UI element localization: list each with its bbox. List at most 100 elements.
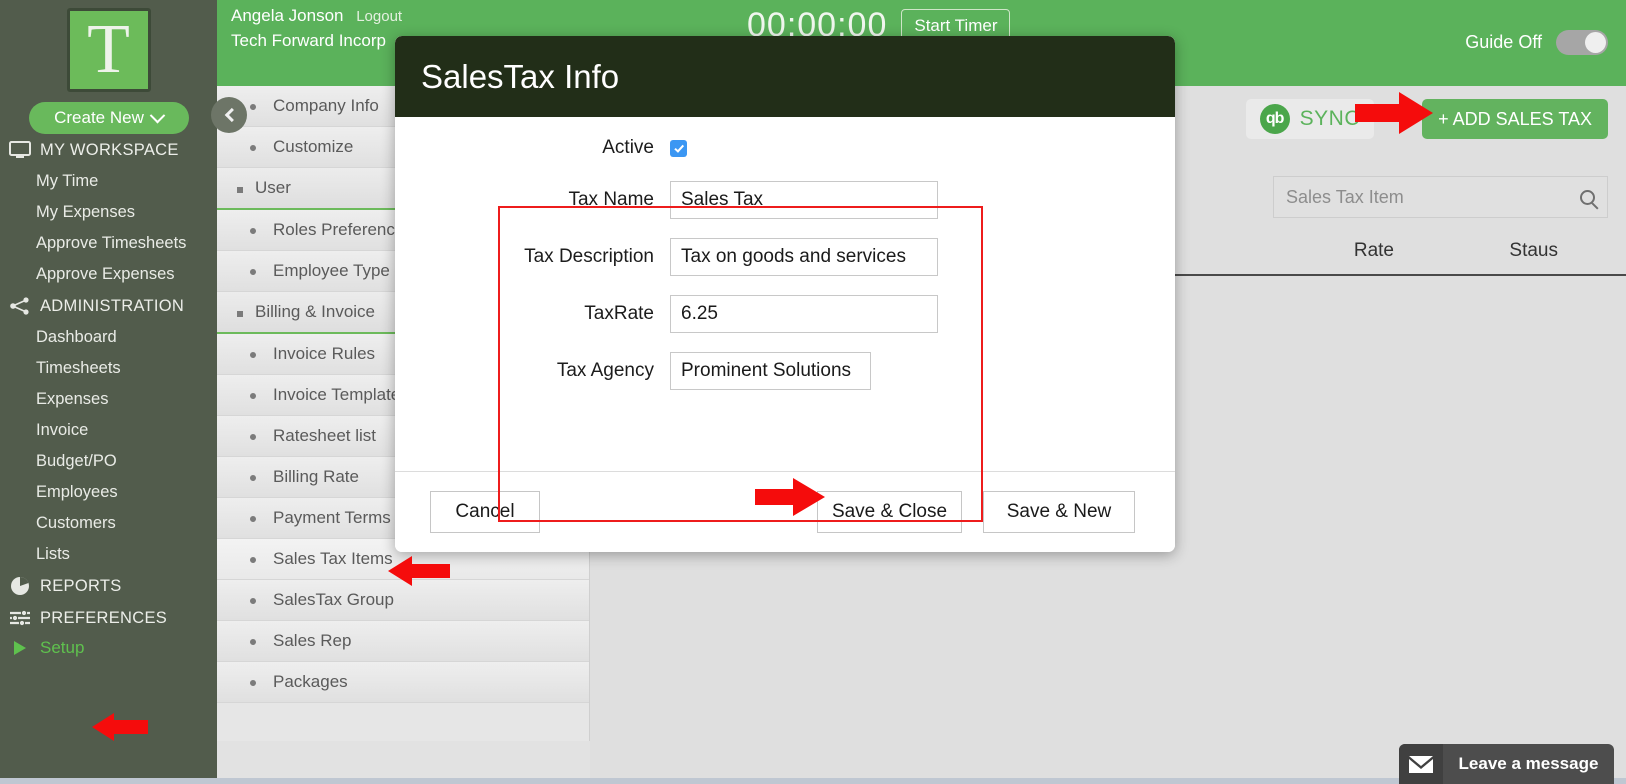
sidebar-section-preferences[interactable]: PREFERENCES: [0, 602, 217, 634]
subnav-item-label: Invoice Template: [273, 385, 400, 405]
bullet-icon: [250, 269, 256, 275]
triangle-right-icon: [8, 640, 32, 656]
subnav-item-label: Customize: [273, 137, 353, 157]
annotation-arrow-sales-tax-items: [388, 556, 450, 586]
subnav-section-label: Billing & Invoice: [255, 302, 375, 322]
sidebar-item-approve-expenses[interactable]: Approve Expenses: [0, 259, 217, 290]
square-bullet-icon: [237, 187, 243, 193]
sidebar-item-dashboard[interactable]: Dashboard: [0, 322, 217, 353]
square-bullet-icon: [237, 311, 243, 317]
sidebar-item-lists[interactable]: Lists: [0, 539, 217, 570]
subnav-item-salestax-group[interactable]: SalesTax Group: [217, 580, 589, 621]
subnav-item-label: Payment Terms: [273, 508, 391, 528]
add-sales-tax-button[interactable]: + ADD SALES TAX: [1422, 99, 1608, 139]
modal-title: SalesTax Info: [421, 58, 619, 96]
search-box: [1273, 176, 1608, 218]
bullet-icon: [250, 639, 256, 645]
guide-label: Guide Off: [1465, 32, 1542, 53]
share-nodes-icon: [8, 296, 32, 316]
cancel-button[interactable]: Cancel: [430, 491, 540, 533]
search-input[interactable]: [1286, 187, 1580, 208]
tax-name-input[interactable]: [670, 181, 938, 219]
subnav-item-label: Billing Rate: [273, 467, 359, 487]
subnav-item-label: Sales Tax Items: [273, 549, 393, 569]
sliders-icon: [8, 608, 32, 628]
logout-link[interactable]: Logout: [356, 8, 402, 25]
subnav-item-packages[interactable]: Packages: [217, 662, 589, 703]
check-icon: [674, 142, 684, 152]
sidebar-item-my-expenses[interactable]: My Expenses: [0, 197, 217, 228]
bullet-icon: [250, 557, 256, 563]
sidebar-section-label: REPORTS: [40, 577, 122, 596]
sidebar-item-setup[interactable]: Setup: [0, 634, 217, 662]
bullet-icon: [250, 680, 256, 686]
sidebar-section-reports[interactable]: REPORTS: [0, 570, 217, 602]
bullet-icon: [250, 393, 256, 399]
sidebar-item-employees[interactable]: Employees: [0, 477, 217, 508]
tax-description-input[interactable]: [670, 238, 938, 276]
label-tax-rate: TaxRate: [395, 303, 670, 325]
annotation-arrow-setup: [92, 713, 148, 741]
sidebar-item-customers[interactable]: Customers: [0, 508, 217, 539]
label-tax-description: Tax Description: [395, 246, 670, 268]
field-row-active: Active: [395, 137, 1175, 159]
sidebar-item-timesheets[interactable]: Timesheets: [0, 353, 217, 384]
sidebar-section-my-workspace[interactable]: MY WORKSPACE: [0, 134, 217, 166]
bullet-icon: [250, 352, 256, 358]
company-name: Tech Forward Incorp: [231, 31, 402, 51]
tax-rate-input[interactable]: [670, 295, 938, 333]
sidebar-item-invoice[interactable]: Invoice: [0, 415, 217, 446]
sidebar-section-label: PREFERENCES: [40, 609, 167, 628]
bullet-icon: [250, 104, 256, 110]
modal-body: Active Tax Name Tax Description TaxRate …: [395, 117, 1175, 471]
sidebar-item-expenses[interactable]: Expenses: [0, 384, 217, 415]
subnav-item-label: Sales Rep: [273, 631, 351, 651]
bottom-strip: [0, 778, 1626, 784]
subnav-section-label: User: [255, 178, 291, 198]
subnav-item-label: Packages: [273, 672, 348, 692]
search-icon[interactable]: [1580, 190, 1595, 205]
subnav-item-sales-rep[interactable]: Sales Rep: [217, 621, 589, 662]
sidebar-section-label: ADMINISTRATION: [40, 297, 184, 316]
bullet-icon: [250, 516, 256, 522]
bullet-icon: [250, 145, 256, 151]
field-row-tax-rate: TaxRate: [395, 295, 1175, 333]
collapse-subnav-button[interactable]: [211, 97, 247, 133]
chat-label: Leave a message: [1443, 754, 1614, 774]
bullet-icon: [250, 434, 256, 440]
monitor-icon: [8, 140, 32, 160]
envelope-icon: [1399, 744, 1443, 784]
logo-letter: T: [87, 15, 130, 85]
guide-toggle-block: Guide Off: [1465, 30, 1608, 55]
field-row-tax-description: Tax Description: [395, 238, 1175, 276]
bullet-icon: [250, 228, 256, 234]
subnav-item-label: Ratesheet list: [273, 426, 376, 446]
save-and-close-button[interactable]: Save & Close: [817, 491, 962, 533]
sidebar-item-my-time[interactable]: My Time: [0, 166, 217, 197]
sidebar-section-label: MY WORKSPACE: [40, 141, 179, 160]
annotation-arrow-save-close: [755, 478, 825, 516]
add-sales-tax-label: + ADD SALES TAX: [1438, 109, 1592, 130]
field-row-tax-agency: Tax Agency: [395, 352, 1175, 390]
create-new-label: Create New: [54, 108, 144, 128]
tax-agency-input[interactable]: [670, 352, 871, 390]
save-and-new-button[interactable]: Save & New: [983, 491, 1135, 533]
sidebar-section-administration[interactable]: ADMINISTRATION: [0, 290, 217, 322]
user-info-block: Angela Jonson Logout Tech Forward Incorp: [231, 6, 402, 51]
column-header-rate: Rate: [1354, 240, 1394, 262]
qb-sync-label: SYNC: [1300, 107, 1360, 131]
create-new-button[interactable]: Create New: [29, 102, 189, 134]
toggle-knob: [1585, 32, 1606, 53]
subnav-item-label: Roles Preference: [273, 220, 404, 240]
annotation-arrow-add-sales-tax: [1355, 92, 1433, 134]
salestax-info-modal: SalesTax Info Active Tax Name Tax Descri…: [395, 36, 1175, 552]
label-active: Active: [395, 137, 670, 159]
subnav-item-label: Invoice Rules: [273, 344, 375, 364]
leave-a-message-widget[interactable]: Leave a message: [1399, 744, 1614, 784]
label-tax-name: Tax Name: [395, 189, 670, 211]
active-checkbox[interactable]: [670, 140, 687, 157]
field-row-tax-name: Tax Name: [395, 181, 1175, 219]
guide-toggle-switch[interactable]: [1556, 30, 1608, 55]
sidebar-item-approve-timesheets[interactable]: Approve Timesheets: [0, 228, 217, 259]
sidebar-item-budget-po[interactable]: Budget/PO: [0, 446, 217, 477]
